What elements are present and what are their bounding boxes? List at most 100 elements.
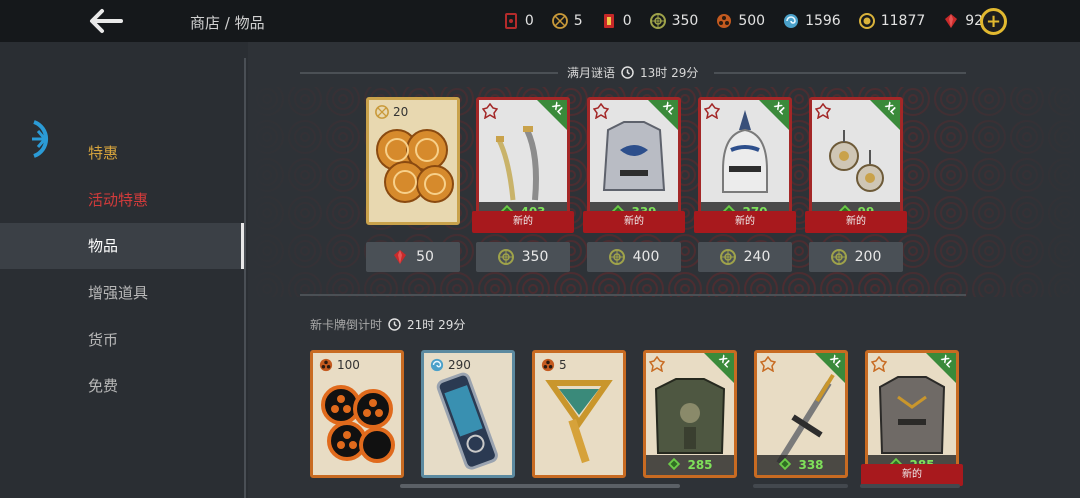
item-card[interactable]: XL285	[865, 350, 959, 478]
item-card[interactable]: XL285	[643, 350, 737, 478]
green-coin-icon	[608, 249, 625, 265]
new-badge: 新的	[583, 211, 685, 233]
buy-button[interactable]: 50	[366, 242, 460, 272]
currency-item: 500	[716, 13, 765, 29]
class-emblem-icon	[870, 355, 888, 373]
section-timer: 21时 29分	[407, 318, 466, 332]
currency-value: 350	[671, 13, 699, 29]
class-emblem-icon	[814, 102, 832, 120]
currency-value: 1596	[805, 13, 841, 29]
clock-icon	[621, 66, 634, 79]
item-card[interactable]: 5	[532, 350, 626, 478]
new-badge: 新的	[861, 464, 963, 486]
currency-icon	[541, 358, 555, 372]
new-badge: 新的	[694, 211, 796, 233]
scroll-track	[860, 484, 960, 488]
item-card[interactable]: XL270	[698, 97, 792, 225]
quantity-value: 20	[393, 105, 409, 119]
item-card[interactable]: XL403	[476, 97, 570, 225]
section-title: 满月谜语	[567, 66, 616, 80]
item-quantity: 100	[319, 358, 360, 372]
section-timer: 13时 29分	[640, 66, 699, 80]
currency-value: 5	[573, 13, 583, 29]
section-header: 满月谜语 13时 29分	[567, 64, 698, 81]
scroll-track	[753, 484, 848, 488]
price-value: 240	[743, 249, 771, 265]
item-card[interactable]: XL99	[809, 97, 903, 225]
section-divider	[300, 72, 558, 74]
currency-icon	[430, 358, 444, 372]
new-badge: 新的	[472, 211, 574, 233]
shop-content: 满月谜语 13时 29分 2050XL403新的350XL339新的400XL2…	[248, 42, 1080, 498]
currency-icon	[375, 105, 389, 119]
price-value: 350	[521, 249, 549, 265]
green-coin-icon	[719, 249, 736, 265]
price-value: 50	[416, 249, 434, 265]
item-card[interactable]: 100	[310, 350, 404, 478]
section-header: 新卡牌倒计时 21时 29分	[310, 316, 465, 333]
horizontal-scrollbar[interactable]	[400, 484, 680, 488]
red-gem-icon	[943, 13, 959, 29]
currency-item: 1596	[783, 13, 841, 29]
buy-button[interactable]: 400	[587, 242, 681, 272]
sidebar-item-3[interactable]: 物品	[0, 223, 244, 269]
gold-coin-orb-icon	[551, 13, 568, 29]
power-icon	[667, 457, 681, 474]
quantity-value: 290	[448, 358, 471, 372]
buy-button[interactable]: 200	[809, 242, 903, 272]
currency-value: 11877	[880, 13, 926, 29]
sidebar-item-5[interactable]: 货币	[0, 317, 244, 363]
item-card[interactable]: XL 338	[754, 350, 848, 478]
back-arrow-icon[interactable]	[88, 8, 124, 34]
orange-coin-icon	[716, 13, 732, 29]
class-emblem-icon	[703, 102, 721, 120]
breadcrumb: 商店 / 物品	[190, 14, 265, 32]
section-divider	[300, 294, 966, 296]
item-card[interactable]: XL339	[587, 97, 681, 225]
price-value: 400	[632, 249, 660, 265]
currency-bar: 0 5 0 350 500 1596 11877 924	[485, 0, 992, 42]
gold-coin-icon	[858, 13, 875, 29]
red-ticket-icon	[503, 13, 519, 29]
class-emblem-icon	[759, 355, 777, 373]
add-currency-button[interactable]: +	[980, 8, 1007, 35]
section-divider	[714, 72, 966, 74]
currency-item: 5	[551, 13, 583, 29]
blue-swirl-icon	[783, 13, 799, 29]
item-card[interactable]: 290	[421, 350, 515, 478]
class-emblem-icon	[648, 355, 666, 373]
clock-icon	[388, 318, 401, 331]
buy-button[interactable]: 240	[698, 242, 792, 272]
currency-item: 0	[503, 13, 534, 29]
green-coin-icon	[497, 249, 514, 265]
top-bar: 商店 / 物品 0 5 0 350 500 1596 11877 924 +	[0, 0, 1080, 42]
currency-item: 0	[601, 13, 632, 29]
currency-value: 0	[622, 13, 632, 29]
red-gem-icon	[392, 249, 408, 265]
sidebar-item-2[interactable]: 活动特惠	[0, 177, 244, 223]
class-emblem-icon	[481, 102, 499, 120]
green-coin-icon	[649, 13, 666, 29]
currency-value: 0	[524, 13, 534, 29]
item-card[interactable]: 20	[366, 97, 460, 225]
currency-value: 500	[738, 13, 766, 29]
power-value: 285	[687, 458, 713, 472]
power-rating: 338	[757, 455, 845, 475]
currency-icon	[319, 358, 333, 372]
sidebar-item-6[interactable]: 免费	[0, 363, 244, 409]
item-quantity: 20	[375, 105, 408, 119]
item-quantity: 5	[541, 358, 567, 372]
green-coin-icon	[830, 249, 847, 265]
price-value: 200	[854, 249, 882, 265]
currency-item: 350	[649, 13, 699, 29]
sidebar-item-1[interactable]: 特惠	[0, 130, 244, 176]
power-icon	[778, 457, 792, 474]
sidebar-item-4[interactable]: 增强道具	[0, 270, 244, 316]
class-emblem-icon	[592, 102, 610, 120]
buy-button[interactable]: 350	[476, 242, 570, 272]
currency-item: 11877	[858, 13, 926, 29]
new-badge: 新的	[805, 211, 907, 233]
power-value: 338	[798, 458, 824, 472]
item-quantity: 290	[430, 358, 471, 372]
section-title: 新卡牌倒计时	[310, 318, 383, 332]
